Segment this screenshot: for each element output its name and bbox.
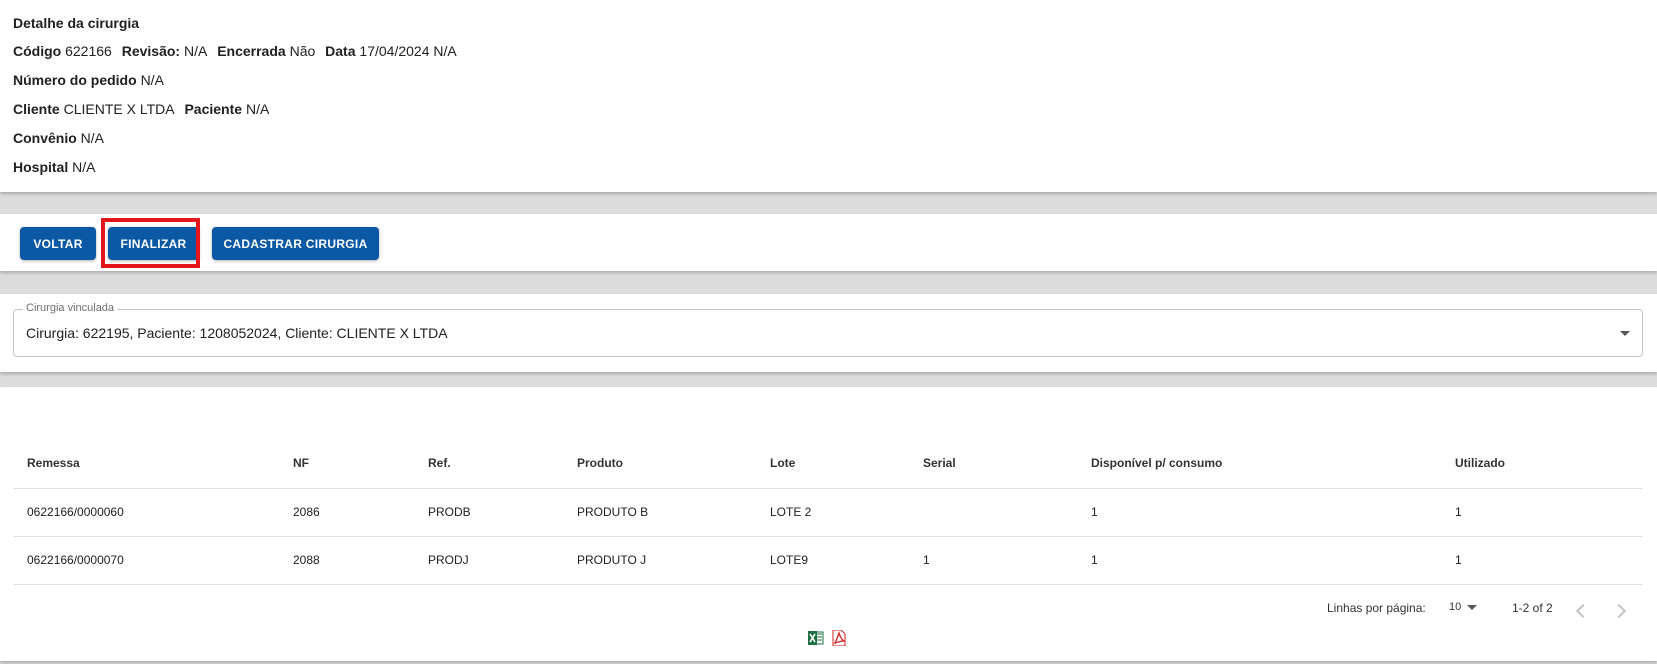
table-divider [13,488,1643,489]
pdf-export-icon[interactable] [832,630,846,646]
next-page-icon[interactable] [1611,603,1627,619]
header-ref[interactable]: Ref. [428,456,451,470]
detail-code-line: Código 622166 Revisão: N/A Encerrada Não… [13,43,457,59]
data-value: 17/04/2024 N/A [359,43,457,59]
detail-order-line: Número do pedido N/A [13,72,164,88]
cell-nf: 2086 [293,505,320,519]
cadastrar-cirurgia-button[interactable]: CADASTRAR CIRURGIA [212,227,379,260]
actions-bar: VOLTAR FINALIZAR CADASTRAR CIRURGIA [0,214,1657,271]
cell-lote: LOTE9 [770,553,809,567]
pagination-range: 1-2 of 2 [1512,601,1553,615]
chevron-down-icon [1467,604,1478,610]
detail-client-line: Cliente CLIENTE X LTDA Paciente N/A [13,101,270,117]
detail-title: Detalhe da cirurgia [13,15,140,31]
finalizar-button[interactable]: FINALIZAR [108,227,199,260]
header-serial[interactable]: Serial [923,456,956,470]
linked-surgery-select[interactable]: Cirurgia vinculada Cirurgia: 622195, Pac… [13,302,1643,357]
cell-lote: LOTE 2 [770,505,812,519]
surgery-detail-card: Detalhe da cirurgia Código 622166 Revisã… [0,0,1657,192]
codigo-value: 622166 [65,43,112,59]
cell-ref: PRODB [428,505,471,519]
previous-page-icon[interactable] [1575,603,1591,619]
dropdown-arrow-icon[interactable] [1620,331,1630,336]
linked-surgery-label: Cirurgia vinculada [23,302,118,314]
convenio-value: N/A [80,130,105,146]
encerrada-value: Não [289,43,316,59]
detail-convenio-line: Convênio N/A [13,130,105,146]
cell-ref: PRODJ [428,553,469,567]
excel-export-icon[interactable] [808,631,824,645]
pedido-value: N/A [140,72,164,88]
linked-surgery-value: Cirurgia: 622195, Paciente: 1208052024, … [26,325,448,341]
voltar-button[interactable]: VOLTAR [20,227,96,260]
cell-utilizado: 1 [1455,553,1462,567]
cell-utilizado: 1 [1455,505,1462,519]
header-remessa[interactable]: Remessa [27,456,80,470]
materials-table-card: Remessa NF Ref. Produto Lote Serial Disp… [0,387,1657,661]
header-disponivel[interactable]: Disponível p/ consumo [1091,456,1222,470]
table-divider [13,536,1643,537]
cliente-value: CLIENTE X LTDA [63,101,175,117]
cell-disponivel: 1 [1091,553,1098,567]
cell-remessa: 0622166/0000060 [27,505,124,519]
detail-hospital-line: Hospital N/A [13,159,96,175]
table-divider [13,584,1643,585]
paciente-value: N/A [245,101,270,117]
header-utilizado[interactable]: Utilizado [1455,456,1505,470]
header-produto[interactable]: Produto [577,456,623,470]
cell-produto: PRODUTO B [577,505,649,519]
linked-surgery-card: Cirurgia vinculada Cirurgia: 622195, Pac… [0,294,1657,372]
rows-per-page-label: Linhas por página: [1327,601,1426,615]
cell-nf: 2088 [293,553,320,567]
cell-serial: 1 [923,553,930,567]
revisao-value: N/A [183,43,208,59]
cell-remessa: 0622166/0000070 [27,553,124,567]
hospital-value: N/A [72,159,96,175]
cell-disponivel: 1 [1091,505,1098,519]
header-nf[interactable]: NF [293,456,309,470]
rows-per-page-value: 10 [1449,601,1462,613]
rows-per-page-select[interactable]: 10 [1449,601,1478,613]
header-lote[interactable]: Lote [770,456,795,470]
cell-produto: PRODUTO J [577,553,647,567]
